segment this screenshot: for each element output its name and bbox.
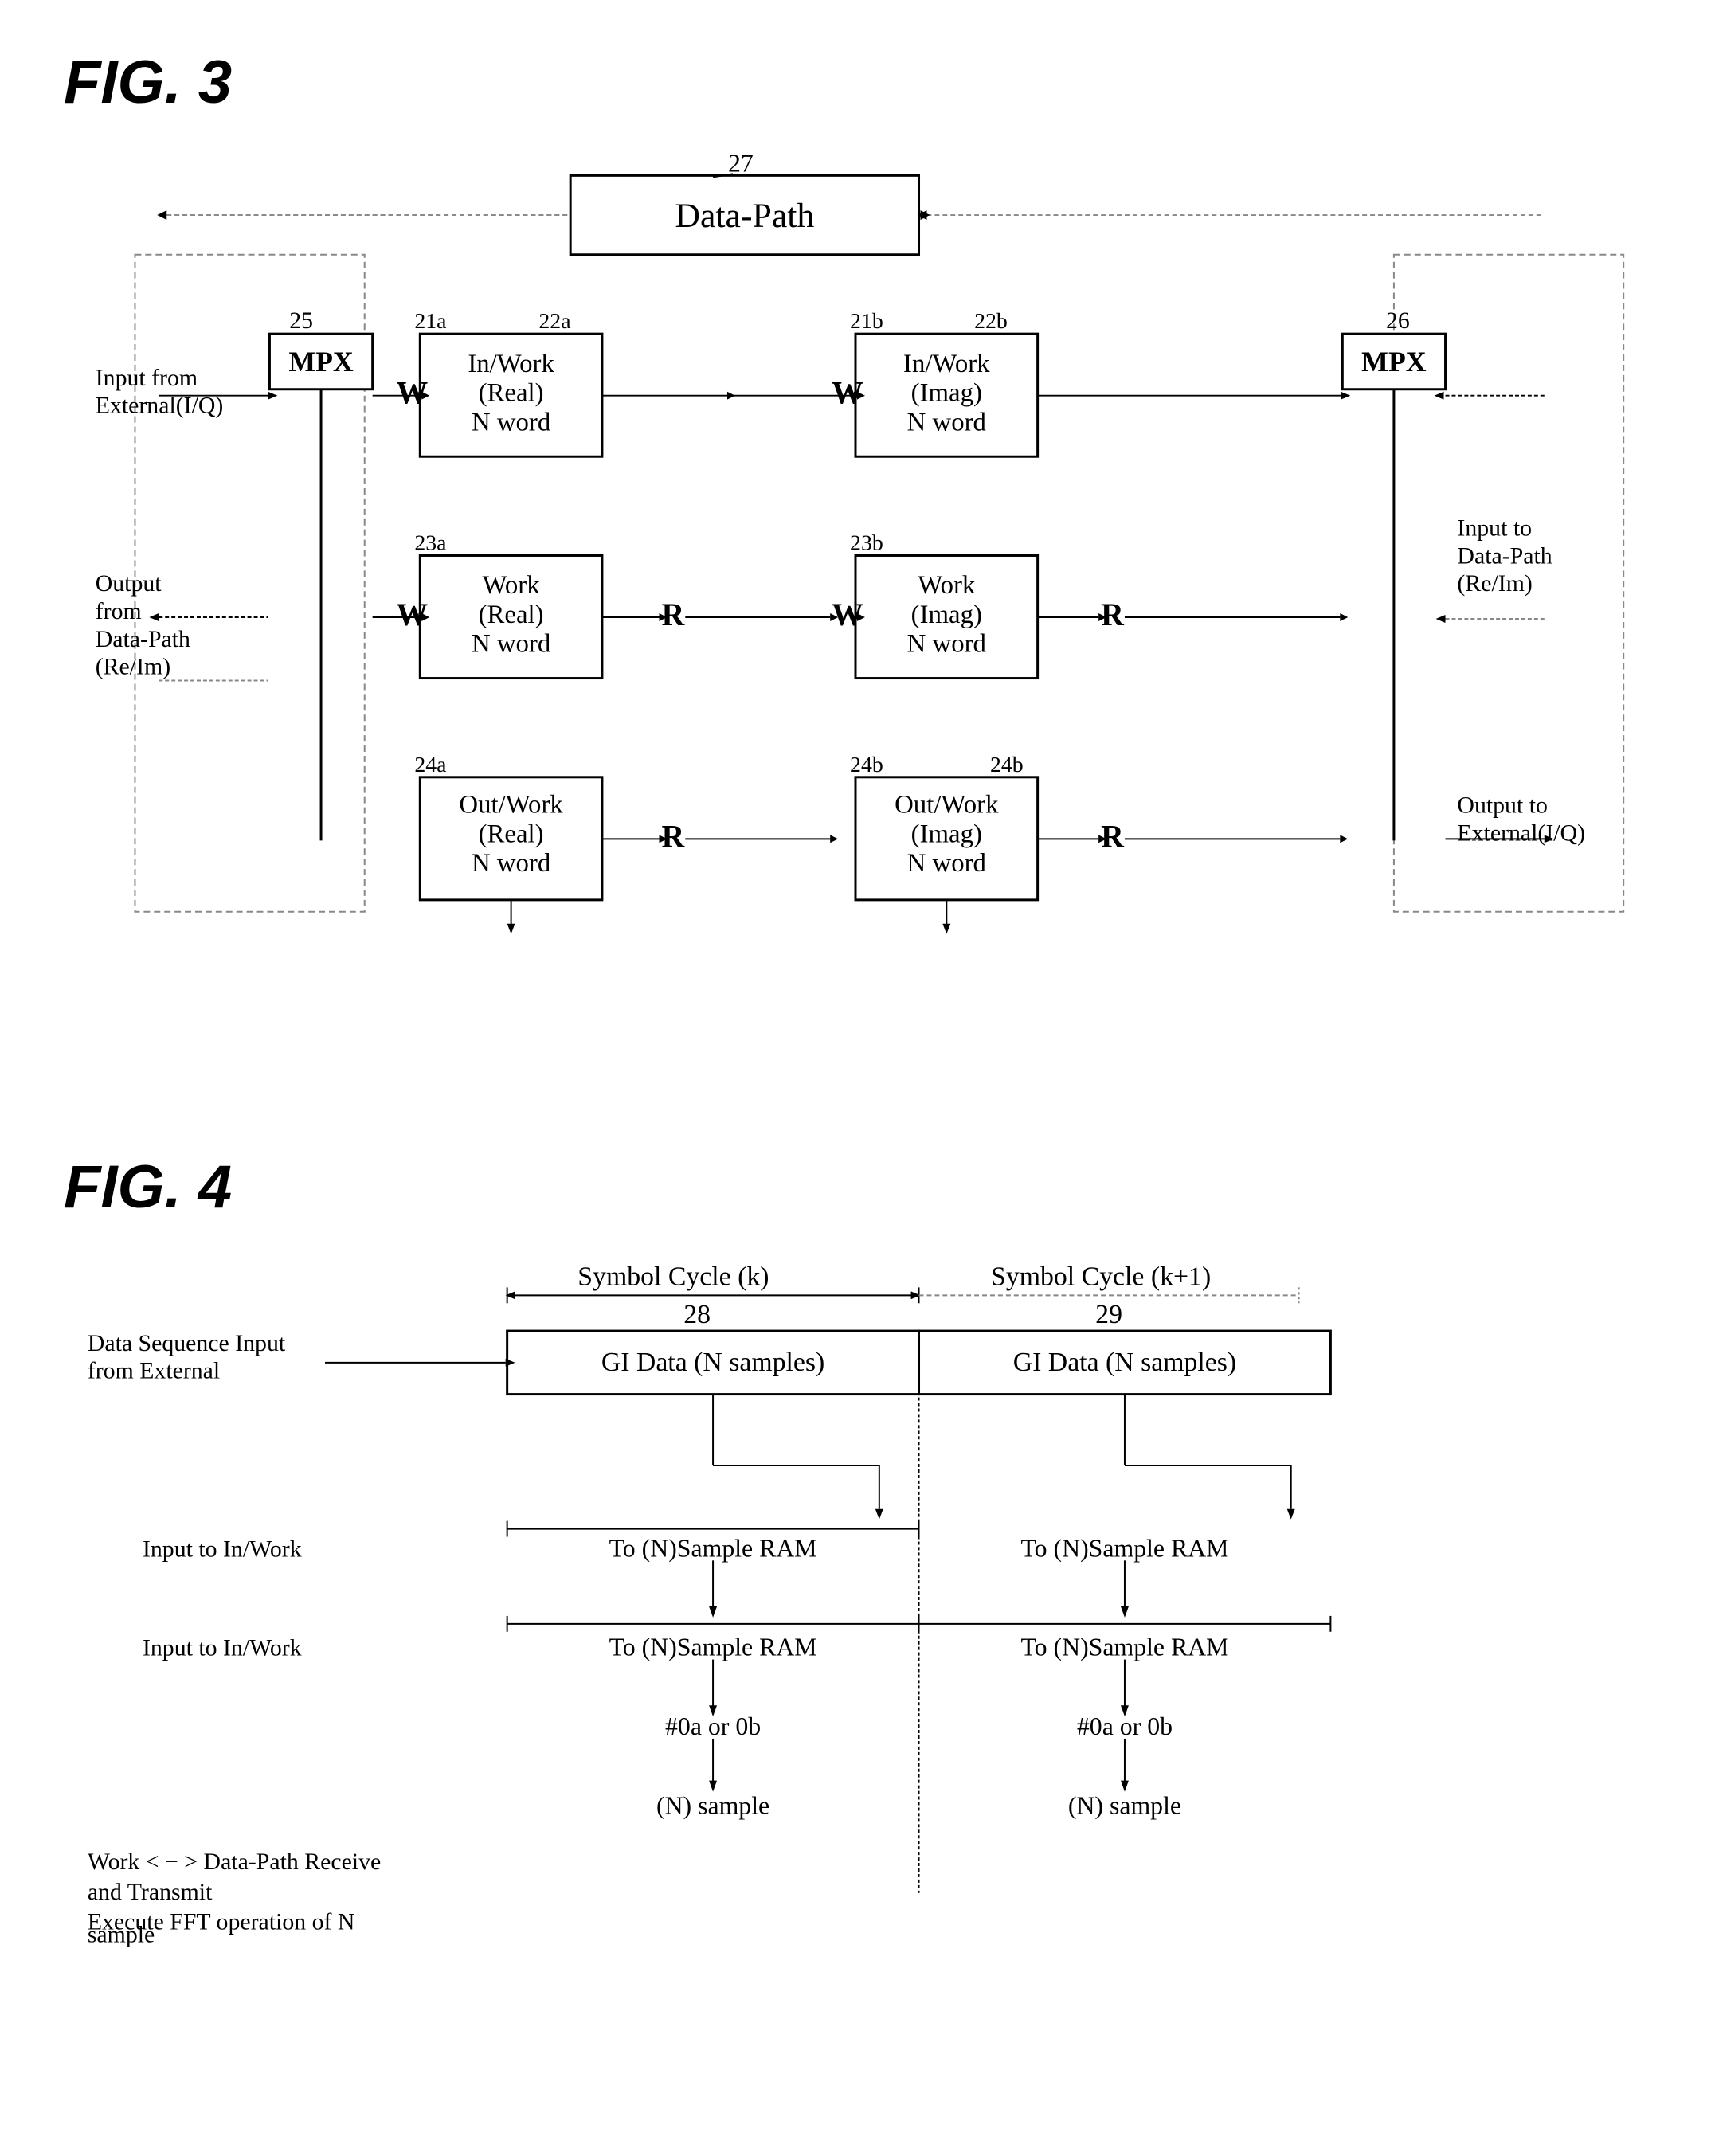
svg-text:R: R [661, 819, 685, 854]
svg-text:R: R [661, 597, 685, 632]
svg-text:N word: N word [472, 849, 550, 878]
svg-text:21b: 21b [850, 309, 883, 334]
svg-text:To (N)Sample RAM: To (N)Sample RAM [1020, 1534, 1228, 1562]
svg-text:GI Data (N samples): GI Data (N samples) [1013, 1348, 1236, 1377]
svg-text:In/Work: In/Work [468, 350, 554, 378]
svg-text:#0a or 0b: #0a or 0b [1077, 1712, 1173, 1740]
svg-text:To (N)Sample RAM: To (N)Sample RAM [1020, 1634, 1228, 1661]
svg-text:Out/Work: Out/Work [895, 791, 999, 820]
svg-text:24a: 24a [414, 753, 446, 777]
svg-text:24b: 24b [990, 753, 1024, 777]
svg-text:and Transmit: and Transmit [88, 1879, 213, 1905]
svg-text:In/Work: In/Work [903, 350, 990, 378]
svg-text:23a: 23a [414, 531, 446, 556]
svg-text:Work < − > Data-Path Receive: Work < − > Data-Path Receive [88, 1849, 381, 1875]
svg-text:(Re/Im): (Re/Im) [1457, 570, 1532, 597]
svg-text:26: 26 [1386, 307, 1410, 334]
svg-text:22b: 22b [974, 309, 1008, 334]
svg-text:#0a or 0b: #0a or 0b [665, 1712, 761, 1740]
svg-text:25: 25 [289, 307, 313, 334]
svg-text:(Imag): (Imag) [911, 820, 982, 848]
svg-text:N word: N word [472, 630, 550, 659]
svg-text:MPX: MPX [288, 346, 354, 378]
svg-text:Symbol Cycle (k+1): Symbol Cycle (k+1) [991, 1262, 1211, 1291]
svg-text:To (N)Sample RAM: To (N)Sample RAM [609, 1534, 817, 1562]
svg-text:22a: 22a [538, 309, 570, 334]
svg-text:24b: 24b [850, 753, 883, 777]
svg-text:Data Sequence Input: Data Sequence Input [88, 1330, 286, 1356]
svg-text:R: R [1101, 819, 1125, 854]
svg-text:(Real): (Real) [479, 820, 544, 848]
svg-text:N word: N word [472, 408, 550, 436]
svg-text:R: R [1101, 597, 1125, 632]
svg-text:28: 28 [683, 1300, 711, 1329]
svg-text:Input to: Input to [1457, 515, 1532, 542]
svg-text:sample: sample [88, 1921, 155, 1947]
svg-text:GI Data (N samples): GI Data (N samples) [601, 1348, 824, 1377]
svg-text:23b: 23b [850, 531, 883, 556]
svg-text:Input from: Input from [96, 365, 198, 391]
svg-text:Work: Work [483, 571, 541, 600]
svg-text:(Re/Im): (Re/Im) [96, 654, 170, 680]
svg-text:Symbol Cycle (k): Symbol Cycle (k) [578, 1262, 769, 1291]
svg-text:To (N)Sample RAM: To (N)Sample RAM [609, 1634, 817, 1661]
svg-text:(Real): (Real) [479, 601, 544, 629]
svg-text:(Real): (Real) [479, 379, 544, 408]
svg-text:Input to In/Work: Input to In/Work [143, 1536, 302, 1562]
svg-text:from: from [96, 598, 142, 624]
svg-text:27: 27 [728, 149, 754, 177]
svg-text:21a: 21a [414, 309, 446, 334]
svg-text:29: 29 [1095, 1300, 1122, 1329]
svg-text:MPX: MPX [1361, 346, 1427, 378]
svg-text:External(I/Q): External(I/Q) [96, 393, 224, 419]
fig4-title: FIG. 4 [64, 1152, 1647, 1222]
svg-text:(Imag): (Imag) [911, 601, 982, 629]
svg-text:Output: Output [96, 570, 162, 597]
svg-text:(Imag): (Imag) [911, 379, 982, 408]
fig3-title: FIG. 3 [64, 48, 1647, 117]
svg-text:Data-Path: Data-Path [96, 626, 190, 652]
svg-text:Output to: Output to [1457, 792, 1547, 819]
svg-text:Input to In/Work: Input to In/Work [143, 1635, 302, 1661]
svg-text:Data-Path: Data-Path [1457, 542, 1552, 569]
svg-text:from External: from External [88, 1358, 220, 1384]
svg-text:Data-Path: Data-Path [675, 197, 814, 235]
svg-text:(N) sample: (N) sample [1068, 1791, 1181, 1819]
svg-text:External(I/Q): External(I/Q) [1457, 820, 1585, 846]
svg-text:N word: N word [907, 849, 986, 878]
svg-text:Out/Work: Out/Work [459, 791, 563, 820]
svg-text:N word: N word [907, 408, 986, 436]
svg-text:N word: N word [907, 630, 986, 659]
svg-text:Work: Work [918, 571, 976, 600]
svg-text:(N) sample: (N) sample [656, 1791, 769, 1819]
